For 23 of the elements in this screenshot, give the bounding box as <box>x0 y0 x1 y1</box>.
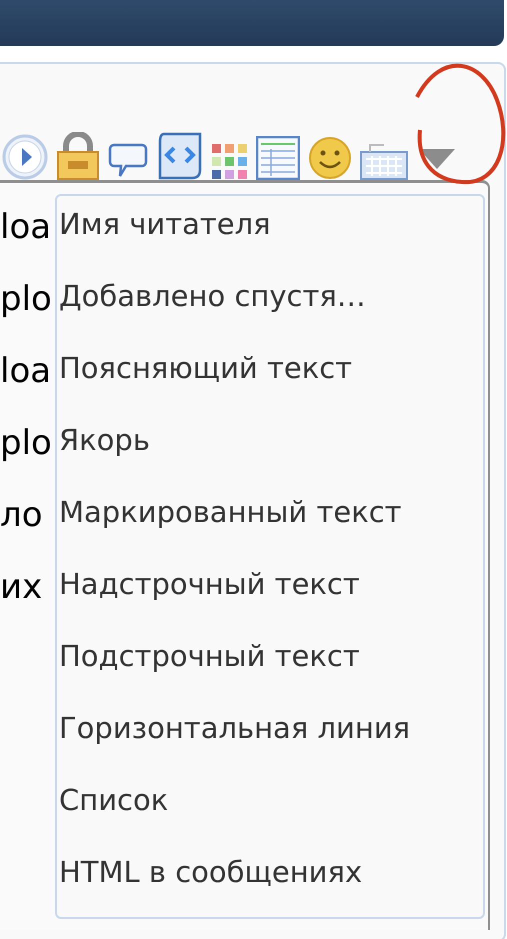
play-icon[interactable] <box>2 134 48 180</box>
menu-item[interactable]: Якорь <box>59 423 150 457</box>
menu-item[interactable]: Добавлено спустя… <box>59 279 366 313</box>
menu-item[interactable]: HTML в сообщениях <box>59 855 362 889</box>
editor-text: loa <box>0 351 52 391</box>
menu-item[interactable]: Маркированный текст <box>59 495 402 529</box>
code-scroll-icon[interactable] <box>156 130 204 180</box>
keyboard-icon[interactable] <box>360 142 408 180</box>
editor-text: loa <box>0 207 52 247</box>
editor-text: ло <box>0 495 43 535</box>
color-grid-icon[interactable] <box>212 144 248 180</box>
menu-item[interactable]: Подстрочный текст <box>59 639 360 673</box>
lock-icon[interactable] <box>56 132 100 180</box>
menu-item[interactable]: Поясняющий текст <box>59 351 352 385</box>
menu-item[interactable]: Список <box>59 783 168 817</box>
menu-item[interactable]: Надстрочный текст <box>59 567 360 601</box>
table-icon[interactable] <box>256 136 300 180</box>
smiley-icon[interactable] <box>308 136 352 180</box>
editor-text: их <box>0 567 42 607</box>
menu-item[interactable]: Имя читателя <box>59 207 271 241</box>
editor-text: plo <box>0 279 52 319</box>
editor-text: plo <box>0 423 52 463</box>
menu-item[interactable]: Горизонтальная линия <box>59 711 410 745</box>
